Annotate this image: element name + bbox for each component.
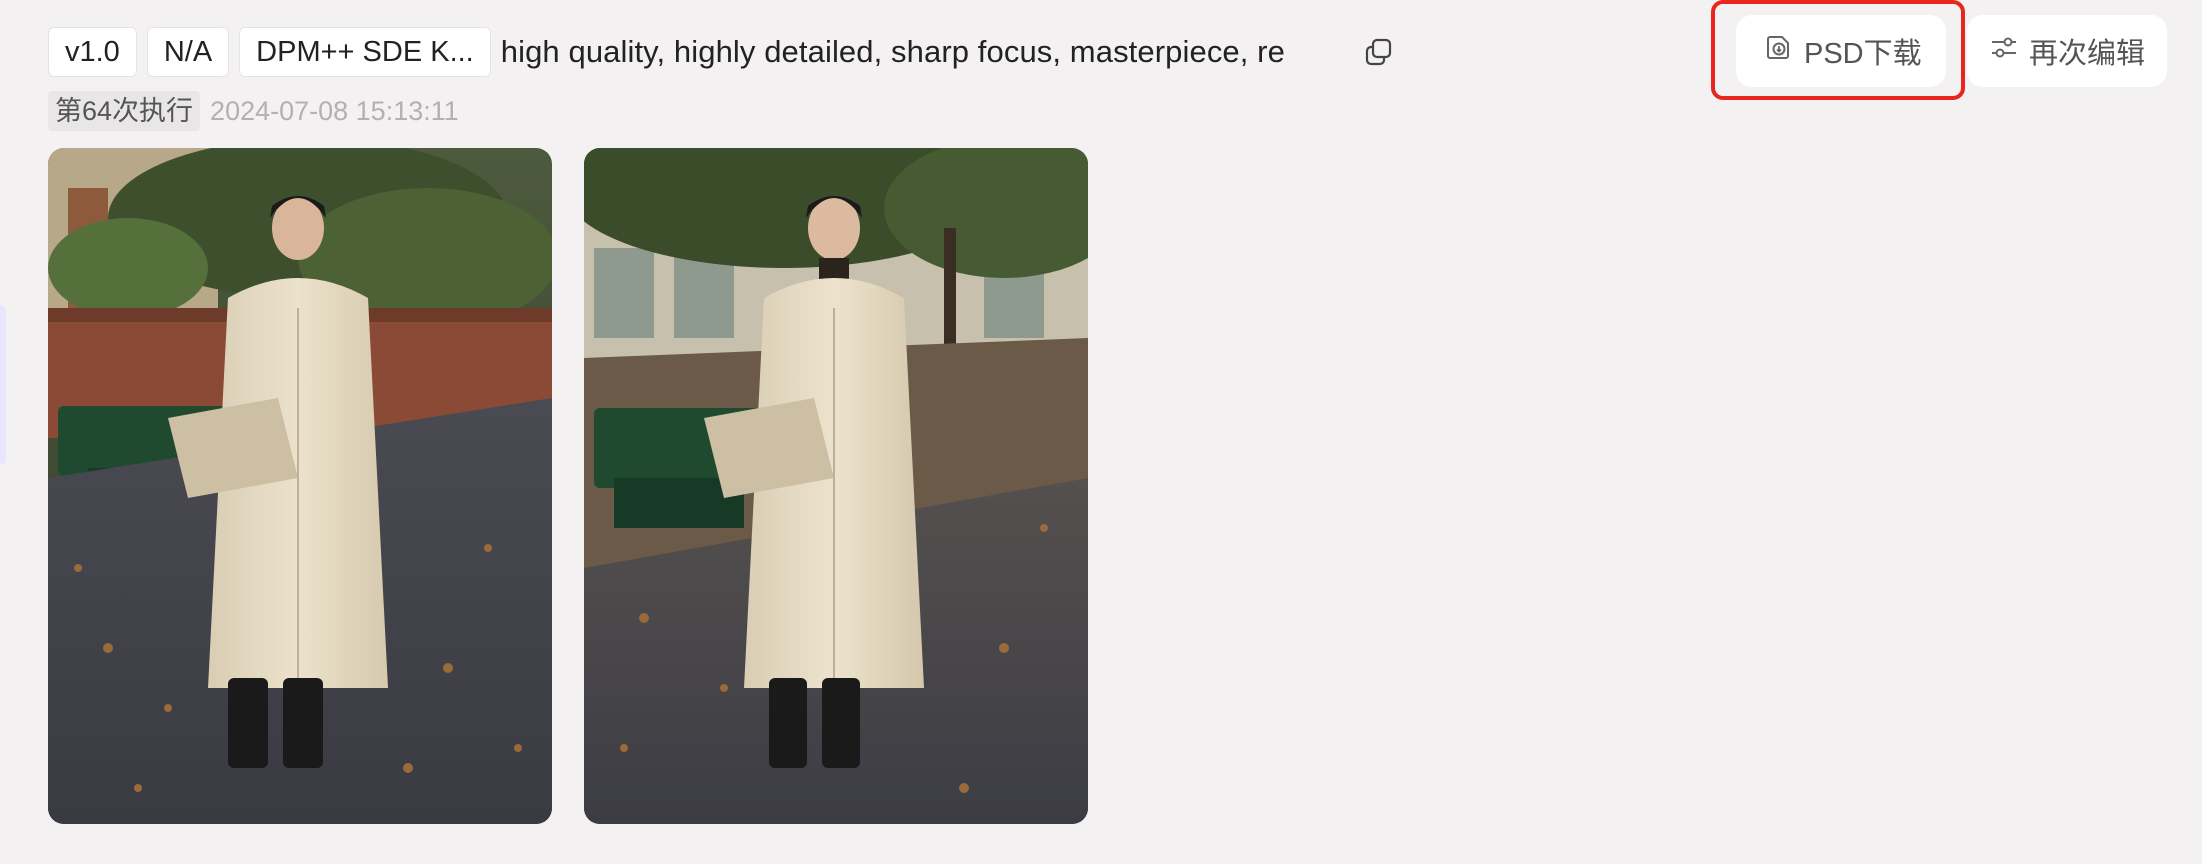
prompt-text: high quality, highly detailed, sharp foc… — [500, 34, 1285, 69]
na-tag: N/A — [146, 27, 230, 77]
re-edit-button[interactable]: 再次编辑 — [1967, 15, 2167, 87]
run-count-badge: 第64次执行 — [48, 91, 201, 131]
side-panel-edge — [0, 305, 6, 465]
generated-image-2[interactable] — [584, 148, 1088, 824]
generated-image-1[interactable] — [48, 148, 552, 824]
record-header: v1.0 N/A DPM++ SDE K... high quality, hi… — [48, 26, 1395, 78]
sliders-icon — [1989, 32, 2019, 70]
psd-download-label: PSD下载 — [1804, 38, 1922, 70]
copy-icon[interactable] — [1363, 36, 1395, 68]
psd-download-button[interactable]: PSD下载 — [1736, 15, 1946, 87]
timestamp: 2024-07-08 15:13:11 — [210, 95, 459, 126]
download-icon — [1764, 32, 1794, 70]
version-tag: v1.0 — [48, 27, 137, 77]
sampler-tag: DPM++ SDE K... — [239, 27, 491, 77]
record-meta: 第64次执行 2024-07-08 15:13:11 — [48, 91, 459, 131]
re-edit-label: 再次编辑 — [2029, 38, 2146, 70]
